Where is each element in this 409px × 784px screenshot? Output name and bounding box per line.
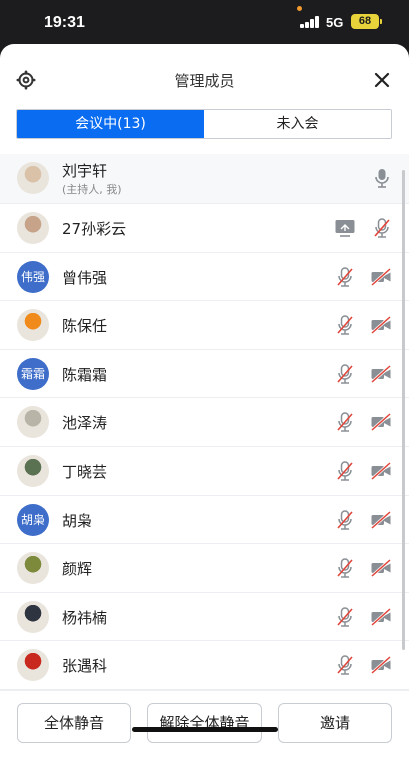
scrollbar[interactable] bbox=[402, 170, 405, 650]
member-name: 颜辉 bbox=[62, 560, 93, 579]
microphone-off-icon[interactable] bbox=[334, 654, 356, 676]
manage-members-sheet: 管理成员 会议中(13) 未入会 刘宇轩 (主持人, 我) 27孙彩云伟强 曾伟强陈保… bbox=[0, 44, 409, 784]
camera-off-icon[interactable] bbox=[370, 654, 392, 676]
member-name: 27孙彩云 bbox=[62, 220, 127, 238]
microphone-icon[interactable] bbox=[371, 167, 393, 189]
member-name: 刘宇轩 bbox=[62, 162, 108, 180]
microphone-off-icon[interactable] bbox=[334, 314, 356, 336]
camera-off-icon[interactable] bbox=[370, 411, 392, 433]
avatar bbox=[17, 600, 49, 633]
avatar bbox=[17, 552, 49, 585]
signal-icon bbox=[300, 16, 320, 28]
screen-share-icon[interactable] bbox=[334, 217, 356, 239]
member-list[interactable]: 刘宇轩 (主持人, 我) 27孙彩云伟强 曾伟强陈保任霜霜 陈霜霜池泽涛丁晓芸胡枭 胡枭颜… bbox=[0, 154, 409, 690]
member-row[interactable]: 张遇科 bbox=[0, 641, 409, 690]
microphone-off-icon[interactable] bbox=[334, 460, 356, 482]
network-label: 5G bbox=[326, 15, 344, 30]
unmute-all-button[interactable]: 解除全体静音 bbox=[147, 703, 262, 743]
member-row[interactable]: 刘宇轩 (主持人, 我) bbox=[0, 154, 409, 204]
member-row[interactable]: 27孙彩云 bbox=[0, 204, 409, 253]
member-row[interactable]: 杨祎楠 bbox=[0, 593, 409, 642]
camera-off-icon[interactable] bbox=[370, 606, 392, 628]
avatar bbox=[17, 162, 49, 194]
avatar: 胡枭 bbox=[17, 503, 49, 536]
avatar bbox=[17, 454, 49, 487]
camera-off-icon[interactable] bbox=[370, 266, 392, 288]
member-name: 陈保任 bbox=[62, 317, 108, 336]
member-row[interactable]: 陈保任 bbox=[0, 301, 409, 350]
tab-in-meeting[interactable]: 会议中(13) bbox=[17, 110, 204, 138]
member-row[interactable]: 丁晓芸 bbox=[0, 447, 409, 496]
member-role: (主持人, 我) bbox=[62, 183, 122, 196]
microphone-off-icon[interactable] bbox=[334, 266, 356, 288]
avatar bbox=[17, 309, 49, 342]
avatar: 霜霜 bbox=[17, 357, 49, 390]
footer-actions: 全体静音 解除全体静音 邀请 bbox=[0, 690, 409, 784]
member-name: 杨祎楠 bbox=[62, 608, 108, 627]
avatar: 伟强 bbox=[17, 260, 49, 293]
page-title: 管理成员 bbox=[174, 72, 235, 90]
camera-off-icon[interactable] bbox=[370, 557, 392, 579]
microphone-off-icon[interactable] bbox=[334, 411, 356, 433]
member-row[interactable]: 胡枭 胡枭 bbox=[0, 496, 409, 545]
member-row[interactable]: 伟强 曾伟强 bbox=[0, 253, 409, 302]
member-row[interactable]: 池泽涛 bbox=[0, 398, 409, 447]
member-name: 曾伟强 bbox=[62, 268, 108, 287]
mute-all-button[interactable]: 全体静音 bbox=[17, 703, 131, 743]
member-row[interactable]: 颜辉 bbox=[0, 544, 409, 593]
microphone-off-icon[interactable] bbox=[334, 363, 356, 385]
avatar bbox=[17, 649, 49, 682]
battery-icon: 68 bbox=[351, 14, 382, 29]
invite-button[interactable]: 邀请 bbox=[278, 703, 392, 743]
microphone-off-icon[interactable] bbox=[371, 217, 393, 239]
member-name: 陈霜霜 bbox=[62, 365, 108, 384]
avatar bbox=[17, 406, 49, 439]
member-name: 池泽涛 bbox=[62, 414, 108, 433]
member-row[interactable]: 霜霜 陈霜霜 bbox=[0, 350, 409, 399]
tab-not-joined[interactable]: 未入会 bbox=[204, 110, 391, 138]
camera-off-icon[interactable] bbox=[370, 460, 392, 482]
recording-dot bbox=[297, 6, 302, 11]
status-time: 19:31 bbox=[44, 14, 85, 31]
member-name: 张遇科 bbox=[62, 657, 108, 676]
camera-off-icon[interactable] bbox=[370, 509, 392, 531]
status-bar: 19:31 5G 68 bbox=[0, 0, 409, 44]
close-icon[interactable] bbox=[373, 71, 391, 89]
microphone-off-icon[interactable] bbox=[334, 509, 356, 531]
member-name: 胡枭 bbox=[62, 511, 93, 530]
microphone-off-icon[interactable] bbox=[334, 557, 356, 579]
microphone-off-icon[interactable] bbox=[334, 606, 356, 628]
sheet-header: 管理成员 bbox=[0, 44, 409, 108]
avatar bbox=[17, 212, 49, 244]
camera-off-icon[interactable] bbox=[370, 363, 392, 385]
member-name: 丁晓芸 bbox=[62, 462, 108, 481]
camera-off-icon[interactable] bbox=[370, 314, 392, 336]
home-indicator bbox=[132, 727, 278, 732]
member-tabs: 会议中(13) 未入会 bbox=[16, 109, 392, 139]
